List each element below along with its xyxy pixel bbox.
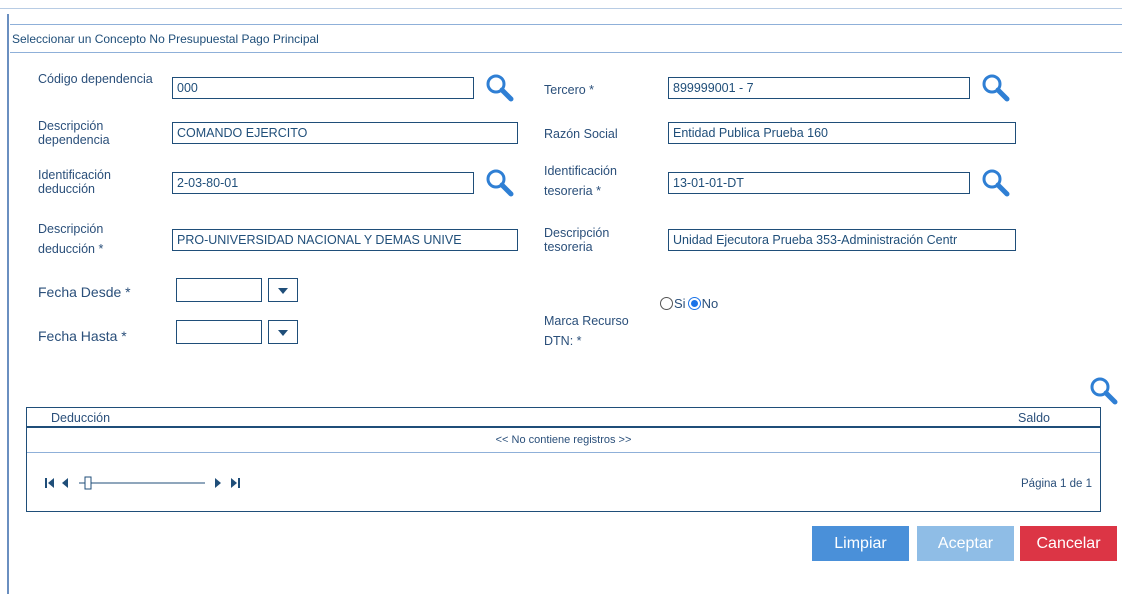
page-indicator: Página 1 de 1 <box>1021 478 1092 490</box>
column-deduccion[interactable]: Deducción <box>51 411 110 425</box>
descripcion-dependencia-input[interactable]: COMANDO EJERCITO <box>172 122 518 144</box>
descripcion-dependencia-label: Descripción dependencia <box>38 119 110 147</box>
grid-divider <box>27 452 1100 453</box>
codigo-dependencia-input[interactable]: 000 <box>172 77 474 99</box>
column-saldo[interactable]: Saldo <box>1018 411 1050 425</box>
prev-page-icon[interactable] <box>62 478 68 488</box>
radio-si[interactable] <box>660 297 673 310</box>
last-page-icon[interactable] <box>231 478 240 488</box>
tercero-label: Tercero * <box>544 83 595 97</box>
fecha-desde-input[interactable] <box>176 278 262 302</box>
descripcion-deduccion-input[interactable]: PRO-UNIVERSIDAD NACIONAL Y DEMAS UNIVE <box>172 229 518 251</box>
dialog-title: Seleccionar un Concepto No Presupuestal … <box>10 25 1122 53</box>
tercero-input[interactable]: 899999001 - 7 <box>668 77 970 99</box>
descripcion-tesoreria-input[interactable]: Unidad Ejecutora Prueba 353-Administraci… <box>668 229 1016 251</box>
page-slider[interactable] <box>79 476 205 490</box>
identificacion-deduccion-input[interactable]: 2-03-80-01 <box>172 172 474 194</box>
search-tesoreria-icon[interactable] <box>980 167 1010 197</box>
identificacion-deduccion-label: Identificación deducción <box>38 168 111 196</box>
top-divider <box>0 8 1122 9</box>
radio-no[interactable] <box>687 297 701 310</box>
fecha-hasta-label: Fecha Hasta * <box>38 328 127 344</box>
aceptar-button[interactable]: Aceptar <box>917 526 1014 561</box>
search-tercero-icon[interactable] <box>980 72 1010 102</box>
marca-recurso-label: Marca Recurso DTN: * <box>544 314 629 348</box>
descripcion-deduccion-label: Descripción deducción * <box>38 222 104 256</box>
left-accent-bar <box>7 14 9 594</box>
radio-no-label: No <box>701 296 719 311</box>
pager <box>45 476 240 490</box>
fecha-desde-dropdown-icon[interactable] <box>268 278 298 302</box>
cancelar-button[interactable]: Cancelar <box>1020 526 1117 561</box>
grid-empty-message: << No contiene registros >> <box>495 434 632 446</box>
radio-si-label: Si <box>674 296 686 311</box>
fecha-hasta-dropdown-icon[interactable] <box>268 320 298 344</box>
fecha-hasta-input[interactable] <box>176 320 262 344</box>
identificacion-tesoreria-label: Identificación tesoreria * <box>544 164 617 198</box>
fecha-desde-label: Fecha Desde * <box>38 284 131 300</box>
search-deduccion-icon[interactable] <box>484 167 514 197</box>
deduccion-grid: Deducción Saldo << No contiene registros… <box>26 407 1101 512</box>
next-page-icon[interactable] <box>215 478 221 488</box>
descripcion-tesoreria-label: Descripción tesoreria <box>544 226 610 254</box>
search-execute-icon[interactable] <box>1088 375 1118 405</box>
codigo-dependencia-label: Código dependencia <box>38 72 153 86</box>
grid-header: Deducción Saldo <box>27 408 1100 428</box>
first-page-icon[interactable] <box>45 478 54 488</box>
razon-social-input[interactable]: Entidad Publica Prueba 160 <box>668 122 1016 144</box>
search-dependencia-icon[interactable] <box>484 72 514 102</box>
razon-social-label: Razón Social <box>544 127 618 141</box>
limpiar-button[interactable]: Limpiar <box>812 526 909 561</box>
marca-recurso-radio-group: Si No <box>660 296 718 311</box>
identificacion-tesoreria-input[interactable]: 13-01-01-DT <box>668 172 970 194</box>
